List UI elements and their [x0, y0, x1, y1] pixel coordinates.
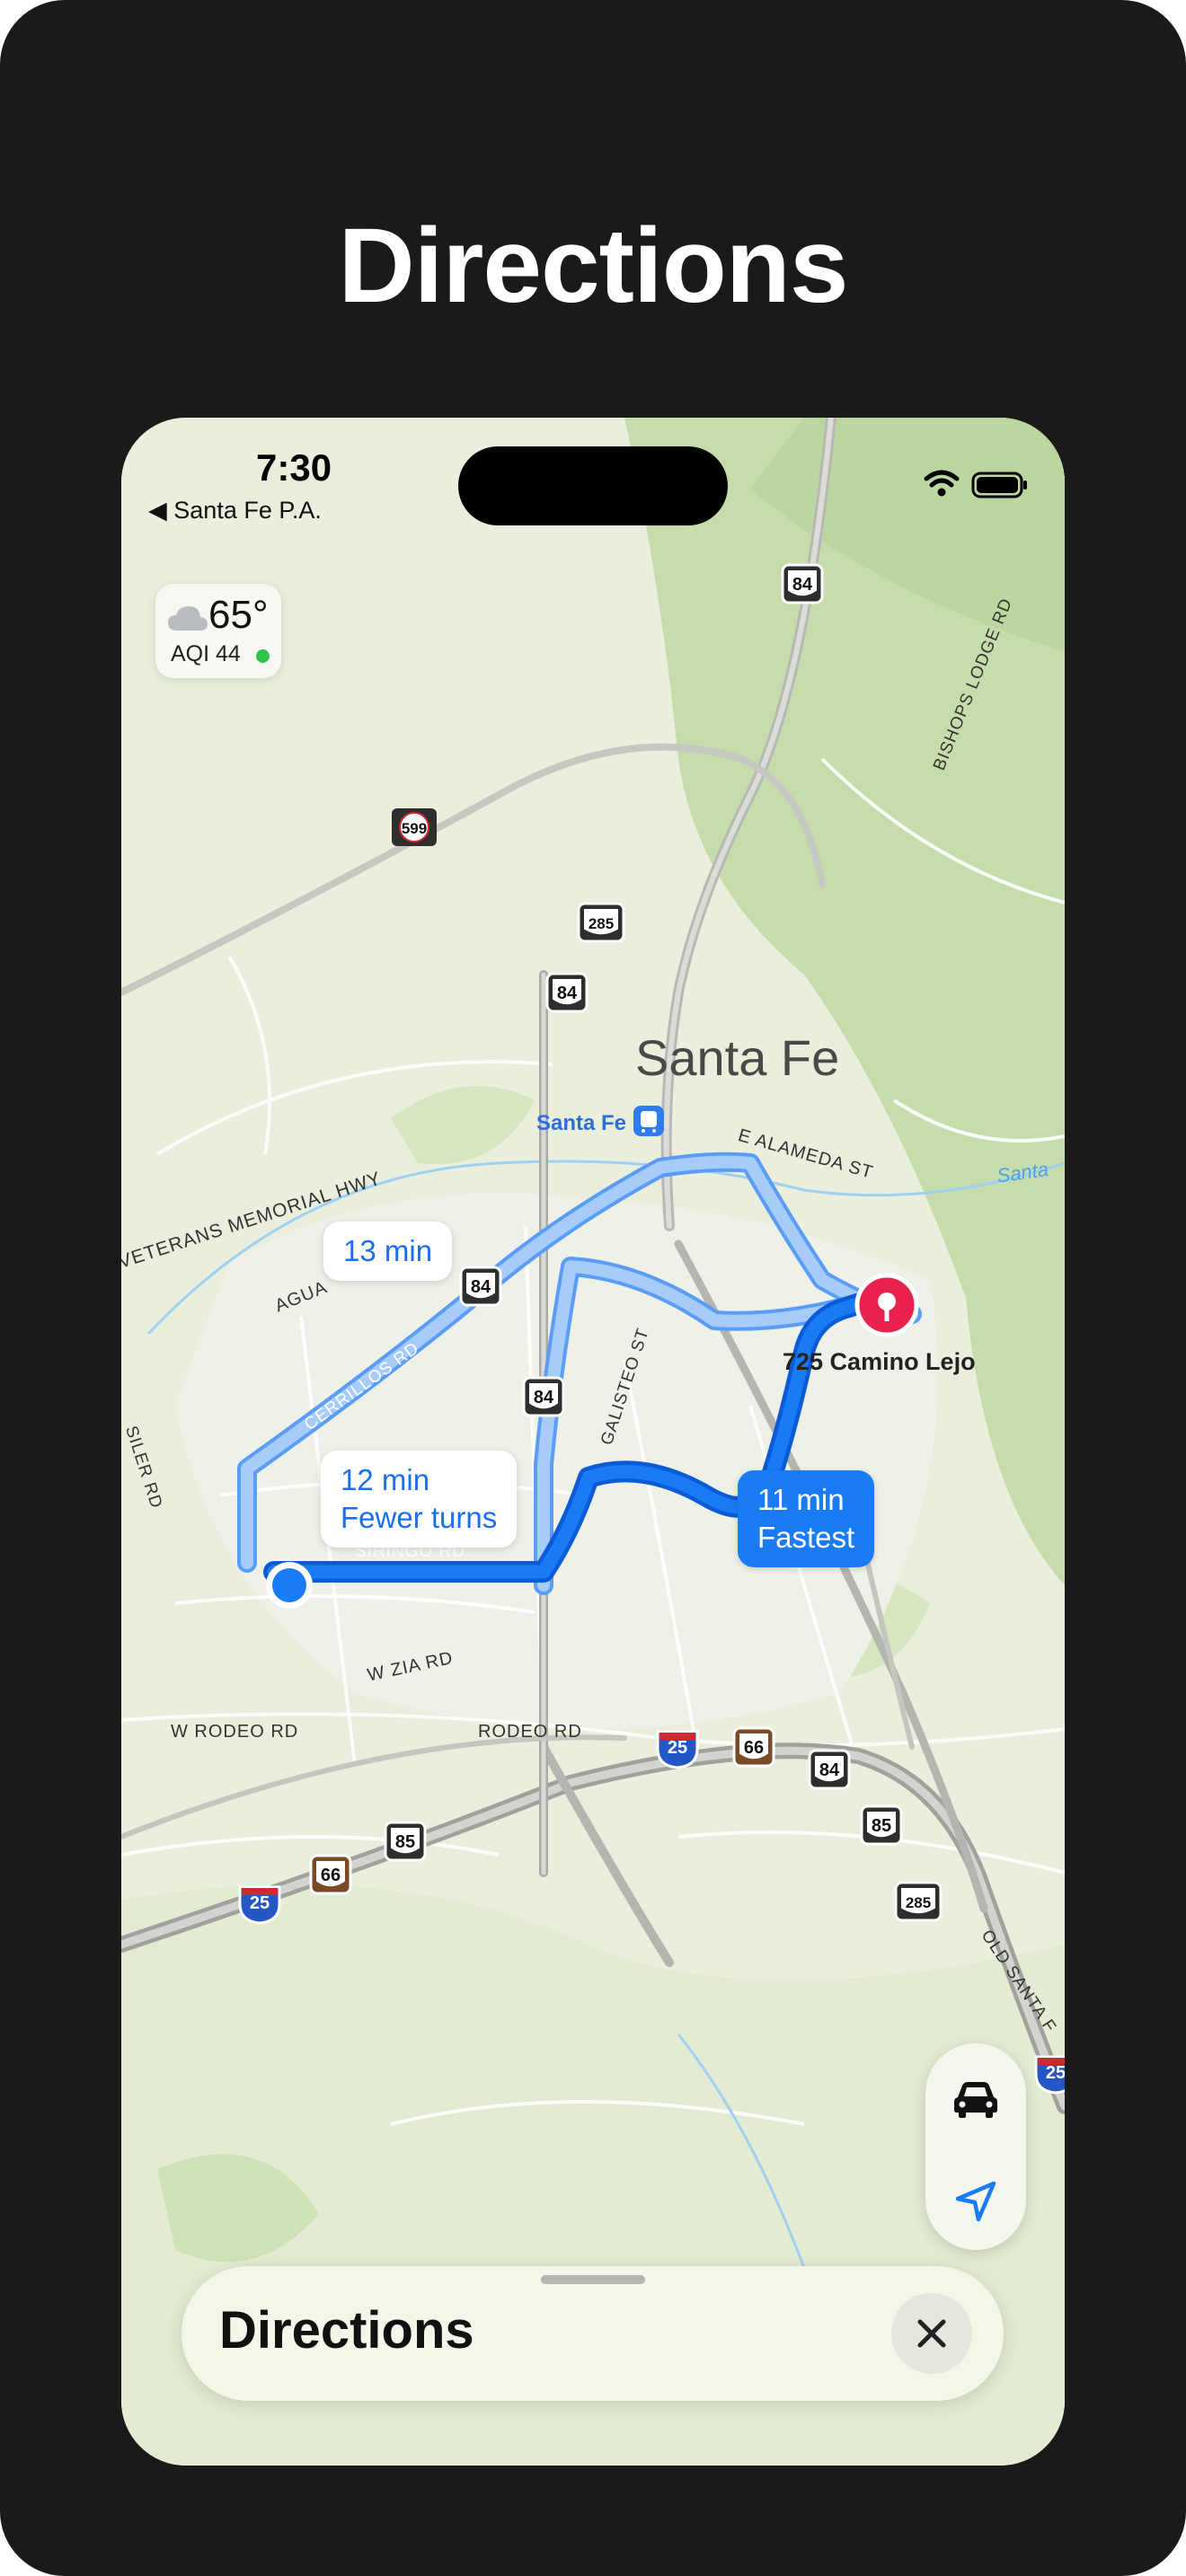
map-view[interactable]: 599 84 285 84 84 84 25 66 84 85 285 85 66 25 25	[121, 418, 1065, 2466]
route-shield-number: 85	[872, 1816, 891, 1836]
route-shield-66: 66	[732, 1726, 775, 1768]
status-icons	[921, 468, 1029, 505]
route-shield-84: 84	[781, 563, 824, 604]
route-note: Fastest	[757, 1521, 855, 1554]
route-shield-number: 25	[250, 1893, 270, 1913]
street-rodeo-rd: RODEO RD	[478, 1722, 582, 1742]
route-shield-number: 285	[589, 915, 614, 932]
route-callout-fastest[interactable]: 11 min Fastest	[738, 1470, 875, 1567]
route-callout-13-min[interactable]: 13 min	[323, 1222, 453, 1281]
route-shield-number: 66	[321, 1866, 341, 1885]
route-time: 13 min	[343, 1234, 433, 1267]
weather-widget[interactable]: 65° AQI 44	[155, 584, 281, 678]
route-shield-85: 85	[384, 1821, 427, 1862]
route-shield-84: 84	[545, 972, 589, 1013]
back-app-label: Santa Fe P.A.	[173, 497, 322, 524]
sheet-grabber[interactable]	[541, 2275, 645, 2284]
route-shield-number: 84	[792, 575, 813, 595]
route-shield-84: 84	[808, 1749, 851, 1790]
close-button[interactable]	[891, 2293, 972, 2374]
back-to-app-link[interactable]: ◀ Santa Fe P.A.	[148, 497, 322, 525]
promo-frame: Directions 599 84 285 84 84 84 25 66 84 …	[0, 0, 1186, 2576]
route-shield-285: 285	[577, 902, 625, 943]
route-callout-12-min[interactable]: 12 min Fewer turns	[321, 1451, 518, 1548]
car-icon[interactable]	[949, 2070, 1003, 2124]
dynamic-island	[458, 446, 728, 525]
phone-screen: 599 84 285 84 84 84 25 66 84 85 285 85 66 25 25 Santa …	[121, 418, 1065, 2466]
wifi-icon	[924, 470, 960, 497]
street-w-rodeo-rd: W RODEO RD	[171, 1722, 299, 1742]
city-label: Santa Fe	[635, 1029, 840, 1086]
route-shield-84: 84	[459, 1266, 502, 1307]
route-shield-number: 599	[402, 820, 427, 837]
route-shield-number: 25	[668, 1738, 687, 1758]
air-quality-index: AQI 44	[171, 641, 241, 666]
sheet-title: Directions	[219, 2301, 474, 2360]
route-time: 11 min	[757, 1483, 845, 1516]
route-shield-number: 84	[471, 1277, 491, 1297]
route-shield-number: 66	[744, 1738, 764, 1758]
transit-station-label: Santa Fe	[536, 1111, 627, 1135]
route-time: 12 min	[341, 1463, 430, 1496]
route-shield-25: 25	[238, 1885, 281, 1925]
route-shield-285: 285	[894, 1881, 943, 1922]
battery-icon	[971, 472, 1027, 498]
promo-headline: Directions	[338, 207, 848, 325]
route-shield-66: 66	[309, 1854, 352, 1895]
route-shield-number: 285	[906, 1894, 931, 1911]
map-controls	[925, 2043, 1026, 2250]
close-icon	[917, 2319, 946, 2348]
route-shield-number: 84	[534, 1388, 554, 1407]
route-shield-number: 84	[819, 1760, 840, 1780]
status-time: 7:30	[256, 446, 332, 489]
route-shield-number: 85	[395, 1832, 415, 1852]
route-shield-84: 84	[522, 1376, 565, 1417]
route-shield-25: 25	[1034, 2055, 1065, 2095]
route-shield-85: 85	[860, 1804, 903, 1846]
route-note: Fewer turns	[341, 1501, 498, 1534]
weather-temperature: 65°	[208, 593, 269, 637]
location-arrow-icon[interactable]	[951, 2176, 1001, 2227]
back-triangle-icon: ◀	[148, 497, 167, 524]
cloud-icon	[168, 606, 208, 631]
directions-sheet[interactable]: Directions	[181, 2266, 1004, 2401]
route-shield-number: 84	[557, 984, 578, 1003]
destination-label: 725 Camino Lejo	[783, 1348, 976, 1375]
route-shield-25: 25	[656, 1730, 699, 1769]
route-shield-number: 25	[1046, 2063, 1065, 2083]
route-shield-599: 599	[392, 808, 437, 846]
aqi-status-dot	[256, 649, 270, 663]
